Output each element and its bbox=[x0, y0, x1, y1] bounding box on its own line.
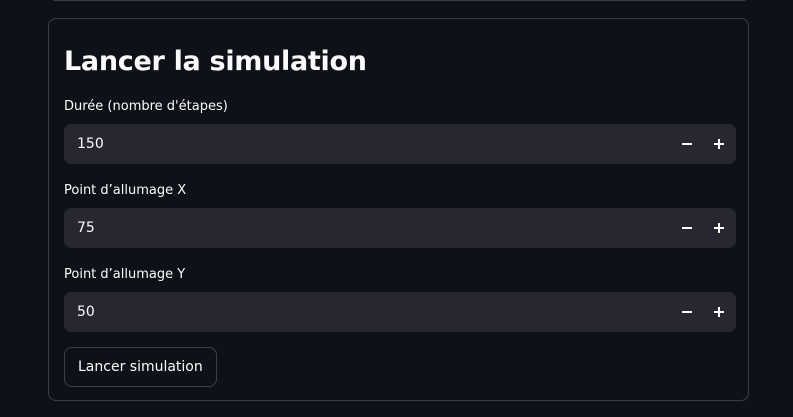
previous-section-card bbox=[48, 0, 751, 1]
duration-input[interactable]: 150 bbox=[64, 124, 736, 164]
duration-label: Durée (nombre d'étapes) bbox=[64, 99, 228, 114]
minus-icon bbox=[682, 143, 692, 145]
run-simulation-button[interactable]: Lancer simulation bbox=[64, 347, 217, 387]
ignition-x-input[interactable]: 75 bbox=[64, 208, 736, 248]
ignition-y-increment-button[interactable] bbox=[703, 296, 735, 328]
section-title: Lancer la simulation bbox=[64, 46, 367, 77]
plus-icon bbox=[714, 139, 724, 149]
minus-icon bbox=[682, 311, 692, 313]
ignition-y-input[interactable]: 50 bbox=[64, 292, 736, 332]
ignition-x-increment-button[interactable] bbox=[703, 212, 735, 244]
duration-decrement-button[interactable] bbox=[671, 128, 703, 160]
ignition-y-value[interactable]: 50 bbox=[77, 292, 95, 332]
simulation-section: Lancer la simulation Durée (nombre d'éta… bbox=[48, 18, 749, 401]
duration-increment-button[interactable] bbox=[703, 128, 735, 160]
ignition-x-label: Point d’allumage X bbox=[64, 183, 187, 198]
ignition-y-decrement-button[interactable] bbox=[671, 296, 703, 328]
minus-icon bbox=[682, 227, 692, 229]
ignition-y-label: Point d’allumage Y bbox=[64, 267, 186, 282]
ignition-x-decrement-button[interactable] bbox=[671, 212, 703, 244]
plus-icon bbox=[714, 223, 724, 233]
duration-value[interactable]: 150 bbox=[77, 124, 104, 164]
plus-icon bbox=[714, 307, 724, 317]
ignition-x-value[interactable]: 75 bbox=[77, 208, 95, 248]
